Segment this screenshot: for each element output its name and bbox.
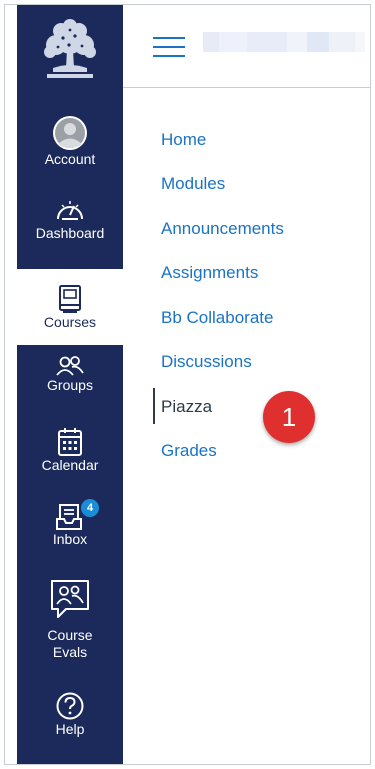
nav-courses[interactable]: Courses [17, 269, 123, 345]
nav-course-evals[interactable]: Course Evals [17, 577, 123, 683]
people-icon [56, 356, 84, 376]
nav-help-label: Help [55, 721, 85, 737]
course-nav-home[interactable]: Home [161, 130, 206, 150]
course-nav-discussions[interactable]: Discussions [161, 352, 252, 372]
nav-groups-label: Groups [47, 377, 93, 393]
nav-groups[interactable]: Groups [17, 355, 123, 415]
tree-seal-logo-icon [44, 19, 96, 78]
nav-evals-label: Evals [52, 644, 88, 660]
course-nav-bb-collaborate[interactable]: Bb Collaborate [161, 308, 273, 328]
inbox-unread-badge: 4 [81, 499, 99, 517]
nav-help[interactable]: Help [17, 691, 123, 755]
nav-dashboard[interactable]: Dashboard [17, 195, 123, 259]
institution-logo[interactable] [17, 7, 123, 95]
inbox-icon [56, 504, 82, 530]
nav-dashboard-label: Dashboard [35, 225, 105, 241]
course-nav-grades[interactable]: Grades [161, 441, 217, 461]
nav-inbox[interactable]: 4 Inbox [17, 499, 123, 565]
calendar-icon [58, 428, 82, 456]
question-circle-icon [56, 692, 84, 720]
book-icon [59, 284, 81, 313]
global-nav: Account Dashboard Courses Groups Calenda… [17, 5, 123, 764]
current-page-indicator [153, 388, 155, 424]
nav-courses-label: Courses [43, 313, 97, 330]
step-callout-badge: 1 [263, 391, 315, 443]
nav-calendar[interactable]: Calendar [17, 427, 123, 491]
canvas-window: Account Dashboard Courses Groups Calenda… [4, 4, 371, 765]
user-avatar-icon [53, 116, 87, 150]
nav-calendar-label: Calendar [41, 457, 99, 473]
blurred-breadcrumb [203, 32, 365, 52]
course-nav-modules[interactable]: Modules [161, 174, 225, 194]
nav-account-label: Account [44, 151, 96, 167]
course-nav-announcements[interactable]: Announcements [161, 219, 284, 239]
speech-bubble-people-icon [51, 580, 89, 618]
course-nav-piazza[interactable]: Piazza [161, 397, 212, 417]
nav-inbox-label: Inbox [52, 531, 88, 547]
nav-account[interactable]: Account [17, 115, 123, 185]
course-nav-assignments[interactable]: Assignments [161, 263, 258, 283]
speedometer-icon [57, 201, 83, 220]
course-header [123, 5, 370, 88]
hamburger-menu-icon[interactable] [153, 35, 185, 59]
nav-course-label: Course [47, 627, 93, 643]
